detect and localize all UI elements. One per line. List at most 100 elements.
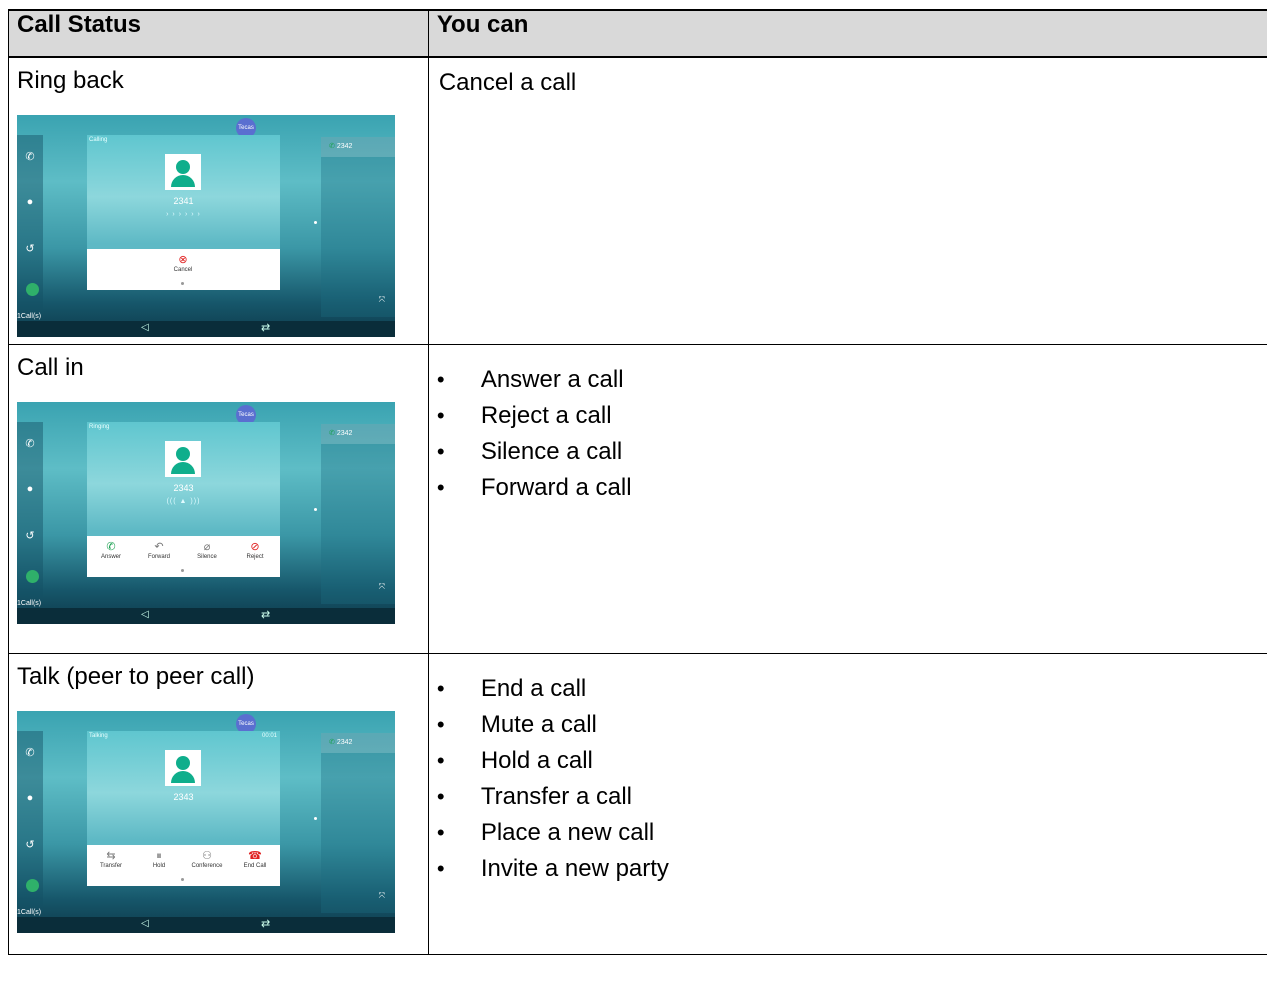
softkey-label: Answer (100, 554, 121, 560)
page-dot (181, 282, 184, 285)
expand-icon[interactable]: ⤧ (379, 891, 385, 901)
conference-button[interactable]: ⚇ Conference (183, 849, 231, 869)
call-list-entry[interactable]: ✆ 2342 (321, 733, 395, 753)
call-indicator-icon (26, 879, 39, 892)
end-call-button[interactable]: ☎ End Call (231, 849, 279, 869)
side-dot (314, 817, 317, 820)
call-state: Calling (89, 137, 108, 143)
history-icon: ↺ (25, 530, 35, 542)
phone-icon: ✆ (329, 430, 335, 437)
swap-icon[interactable]: ⇄ (261, 917, 270, 930)
call-list-entry[interactable]: ✆ 2342 (321, 424, 395, 444)
side-dot (314, 221, 317, 224)
side-dot (314, 508, 317, 511)
actions-list: Answer a call Reject a call Silence a ca… (429, 345, 1267, 506)
entry-number: 2342 (336, 143, 353, 150)
calls-count: 1Call(s) (17, 600, 42, 607)
swap-icon[interactable]: ⇄ (261, 321, 270, 334)
entry-number: 2342 (336, 430, 353, 437)
actions-cell: Answer a call Reject a call Silence a ca… (427, 344, 1267, 654)
nav-bar: ◁ ⇄ (17, 917, 395, 933)
status-title: Talk (peer to peer call) (17, 663, 255, 690)
phone-icon: ✆ (25, 747, 35, 759)
back-icon[interactable]: ◁ (141, 609, 149, 620)
contacts-icon: ● (26, 792, 34, 804)
call-indicator-icon (26, 570, 39, 583)
list-item: Reject a call (429, 398, 1267, 434)
softkey-label: Hold (152, 863, 166, 869)
call-card: Ringing 2343 ((( ▲ ))) ✆ Answer ↶ Forwar… (87, 422, 280, 577)
softkey-label: Forward (147, 554, 170, 560)
right-call-panel: ✆ 2342 ⤧ (321, 424, 395, 604)
softkey-label: Reject (246, 554, 264, 560)
calling-animation: › › › › › › (166, 211, 201, 218)
call-timer: 00:01 (261, 733, 277, 739)
cancel-icon: ⊗ (178, 254, 188, 266)
call-status-table: Call Status You can Ring back Tecas ✆ ● … (8, 9, 1267, 955)
back-icon[interactable]: ◁ (141, 918, 149, 929)
phone-screenshot-talk: Tecas ✆ ● ↺ 1Call(s) Talking 00:01 2343 … (17, 711, 395, 933)
conference-icon: ⚇ (202, 850, 212, 862)
call-list-entry[interactable]: ✆ 2342 (321, 137, 395, 157)
phone-icon: ✆ (25, 438, 35, 450)
reject-button[interactable]: ⊘ Reject (231, 540, 279, 560)
forward-button[interactable]: ↶ Forward (135, 540, 183, 560)
forward-icon: ↶ (154, 541, 164, 553)
page-dot (181, 569, 184, 572)
list-item: Mute a call (429, 707, 1267, 743)
silence-button[interactable]: ⌀ Silence (183, 540, 231, 560)
action-text: Cancel a call (438, 69, 577, 96)
phone-icon: ✆ (25, 151, 35, 163)
status-cell: Talk (peer to peer call) Tecas ✆ ● ↺ 1Ca… (8, 653, 429, 955)
actions-list: End a call Mute a call Hold a call Trans… (429, 654, 1267, 887)
hold-icon: ⏸ (156, 850, 162, 862)
header-call-status: Call Status (8, 9, 429, 58)
header-you-can: You can (427, 9, 1267, 58)
status-title: Call in (17, 354, 84, 381)
softkey-bar: ⊗ Cancel (87, 249, 280, 290)
nav-bar: ◁ ⇄ (17, 321, 395, 337)
list-item: Answer a call (429, 362, 1267, 398)
softkey-label: Transfer (99, 863, 123, 869)
swap-icon[interactable]: ⇄ (261, 608, 270, 621)
call-state: Ringing (89, 424, 110, 430)
answer-button[interactable]: ✆ Answer (87, 540, 135, 560)
softkey-label: Cancel (173, 267, 193, 273)
phone-icon: ✆ (329, 143, 335, 150)
reject-icon: ⊘ (250, 541, 260, 553)
expand-icon[interactable]: ⤧ (379, 295, 385, 305)
table-row: Call in Tecas ✆ ● ↺ 1Call(s) Ringing 234… (8, 344, 1267, 654)
history-icon: ↺ (25, 243, 35, 255)
calls-count: 1Call(s) (17, 313, 42, 320)
list-item: Forward a call (429, 470, 1267, 506)
cancel-button[interactable]: ⊗ Cancel (159, 253, 207, 273)
transfer-icon: ⇆ (106, 850, 116, 862)
softkey-bar: ✆ Answer ↶ Forward ⌀ Silence ⊘ Reject (87, 536, 280, 577)
end-call-icon: ☎ (248, 850, 262, 862)
status-cell: Ring back Tecas ✆ ● ↺ 1Call(s) Calling 2… (8, 56, 429, 345)
hold-button[interactable]: ⏸ Hold (135, 849, 183, 869)
status-title: Ring back (17, 67, 124, 94)
right-call-panel: ✆ 2342 ⤧ (321, 137, 395, 317)
phone-icon: ✆ (329, 739, 335, 746)
softkey-label: Silence (197, 554, 217, 560)
contact-avatar-icon (165, 750, 201, 786)
table-row: Talk (peer to peer call) Tecas ✆ ● ↺ 1Ca… (8, 653, 1267, 955)
back-icon[interactable]: ◁ (141, 322, 149, 333)
softkey-label: Conference (191, 863, 223, 869)
silence-icon: ⌀ (203, 541, 211, 553)
entry-number: 2342 (336, 739, 353, 746)
answer-icon: ✆ (106, 541, 116, 553)
list-item: Place a new call (429, 815, 1267, 851)
expand-icon[interactable]: ⤧ (379, 582, 385, 592)
table-row: Ring back Tecas ✆ ● ↺ 1Call(s) Calling 2… (8, 56, 1267, 345)
call-card: Talking 00:01 2343 ⇆ Transfer ⏸ Hold ⚇ C… (87, 731, 280, 886)
softkey-label: End Call (243, 863, 267, 869)
softkey-bar: ⇆ Transfer ⏸ Hold ⚇ Conference ☎ End Cal… (87, 845, 280, 886)
page-dot (181, 878, 184, 881)
phone-screenshot-ringback: Tecas ✆ ● ↺ 1Call(s) Calling 2341 › › › … (17, 115, 395, 337)
transfer-button[interactable]: ⇆ Transfer (87, 849, 135, 869)
contact-avatar-icon (165, 154, 201, 190)
list-item: Hold a call (429, 743, 1267, 779)
list-item: Transfer a call (429, 779, 1267, 815)
